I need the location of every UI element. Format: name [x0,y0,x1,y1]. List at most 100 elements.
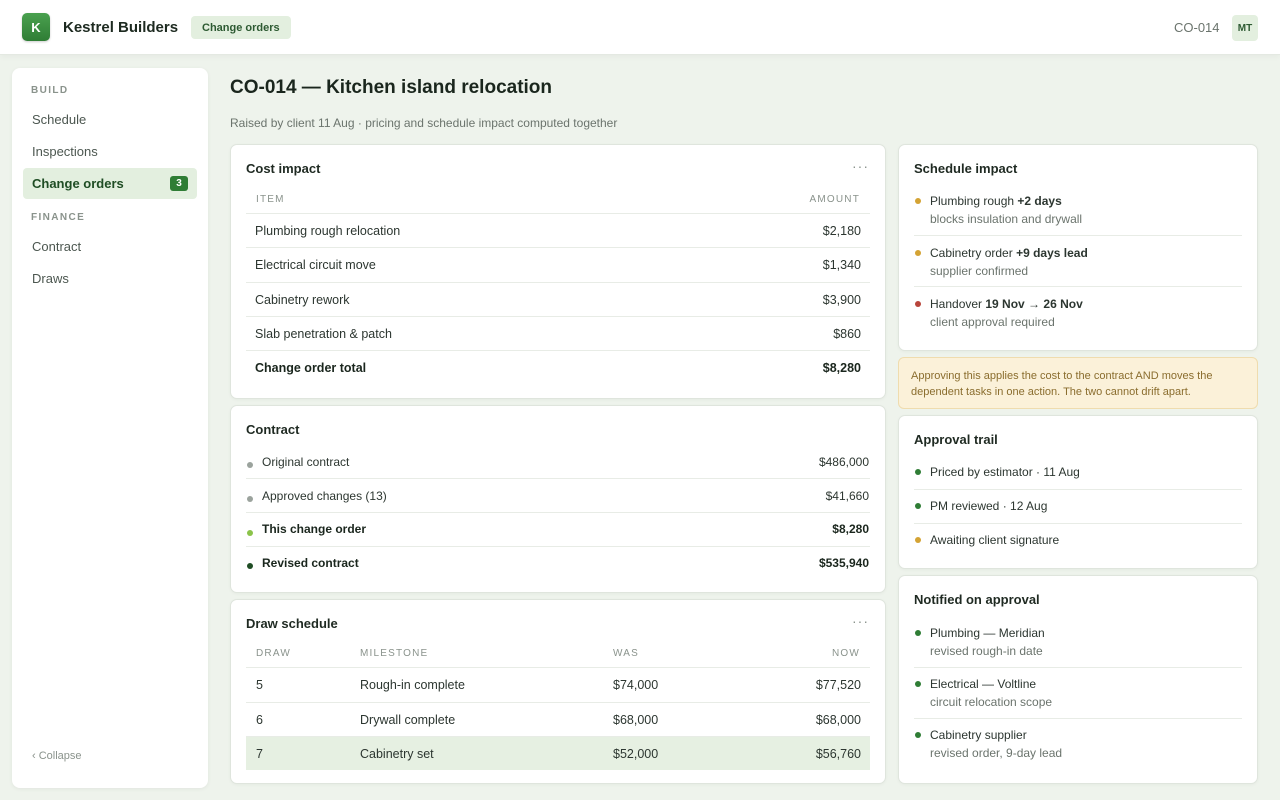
top-bar: K Kestrel Builders Change orders CO-014 … [0,0,1280,55]
notify-dot [915,732,921,738]
approval-step: Priced by estimator · 11 Aug [930,465,1080,479]
card-title: Contract [246,422,300,437]
divider [246,546,870,547]
divider [914,667,1242,668]
notified-party: Electrical — Voltline [930,677,1037,691]
was-amount: $68,000 [613,713,659,727]
approval-step: PM reviewed · 12 Aug [930,499,1048,513]
sidebar-item-draws[interactable]: Draws [23,263,197,294]
schedule-item-label: Handover [930,297,983,311]
complete-dot [915,469,921,475]
column-header-was: WAS [613,648,640,659]
column-header-draw: DRAW [256,648,291,659]
notified-card: Notified on approval Plumbing — Meridian… [898,575,1258,784]
schedule-item-title: Handover 19 Nov → 26 Nov [930,297,1083,311]
approval-step: Awaiting client signature [930,533,1060,547]
divider [914,523,1242,524]
contract-value: $535,940 [818,556,869,570]
brand-logo[interactable]: K [22,13,50,41]
notify-dot [915,681,921,687]
table-row: 5 Rough-in complete $74,000 $77,520 [246,667,870,701]
item-amount: $860 [833,327,861,341]
notified-party: Plumbing — Meridian [930,626,1045,640]
contract-card: Contract Original contract $486,000 Appr… [230,405,886,593]
now-amount: $68,000 [815,713,861,727]
complete-dot [915,503,921,509]
schedule-item-title: Plumbing rough +2 days [930,194,1062,208]
warning-dot [915,250,921,256]
contract-label: This change order [262,522,367,536]
item-amount: $2,180 [822,224,861,238]
table-row: Cabinetry rework $3,900 [246,282,870,316]
divider [914,235,1242,236]
approval-trail-card: Approval trail Priced by estimator · 11 … [898,415,1258,569]
contract-value: $8,280 [832,522,869,536]
user-avatar[interactable]: MT [1232,15,1258,41]
item-name: Cabinetry rework [255,293,350,307]
sidebar-item-label: Contract [32,239,82,254]
milestone: Drywall complete [360,713,456,727]
notify-dot [915,630,921,636]
card-title: Notified on approval [914,592,1040,607]
total-label: Change order total [255,361,367,375]
approval-note: Approving this applies the cost to the c… [898,357,1258,409]
divider [914,489,1242,490]
schedule-impact-card: Schedule impact Plumbing rough +2 days b… [898,144,1258,351]
schedule-item-delta: 19 Nov → 26 Nov [985,297,1083,311]
status-dot [247,530,253,536]
contract-value: $41,660 [825,489,869,503]
notified-party: Cabinetry supplier [930,728,1027,742]
column-header-item: ITEM [256,194,285,205]
more-options-icon[interactable]: ··· [852,613,869,629]
sidebar-item-inspections[interactable]: Inspections [23,136,197,167]
divider [914,286,1242,287]
page-subtitle: Raised by client 11 Aug · pricing and sc… [230,116,618,130]
milestone: Cabinetry set [360,747,434,761]
more-options-icon[interactable]: ··· [852,158,869,174]
was-amount: $52,000 [613,747,659,761]
schedule-item-title: Cabinetry order +9 days lead [930,246,1088,260]
column-header-amount: AMOUNT [809,194,860,205]
sidebar-item-contract[interactable]: Contract [23,231,197,262]
contract-value: $486,000 [818,455,869,469]
sidebar-item-schedule[interactable]: Schedule [23,104,197,135]
draw-schedule-card: Draw schedule ··· DRAW MILESTONE WAS NOW… [230,599,886,784]
change-order-id: CO-014 [1174,20,1220,35]
draw-number: 7 [256,747,263,761]
danger-dot [915,301,921,307]
status-dot [247,496,253,502]
divider [246,478,870,479]
status-dot [247,462,253,468]
count-badge: 3 [170,176,188,191]
pending-dot [915,537,921,543]
card-title: Schedule impact [914,161,1018,176]
sidebar-item-label: Draws [32,271,69,286]
brand-name[interactable]: Kestrel Builders [63,19,178,36]
milestone: Rough-in complete [360,678,465,692]
total-row: Change order total $8,280 [246,350,870,384]
page-title: CO-014 — Kitchen island relocation [230,77,553,98]
total-amount: $8,280 [822,361,861,375]
sidebar-item-change-orders[interactable]: Change orders 3 [23,168,197,199]
column-header-milestone: MILESTONE [360,648,429,659]
card-title: Draw schedule [246,616,338,631]
divider [914,718,1242,719]
item-amount: $3,900 [822,293,861,307]
sidebar-item-label: Schedule [32,112,87,127]
item-amount: $1,340 [822,258,861,272]
schedule-item-detail: supplier confirmed [930,264,1029,278]
schedule-item-label: Plumbing rough [930,194,1015,208]
schedule-item-delta: +2 days [1017,194,1062,208]
collapse-sidebar-button[interactable]: ‹ Collapse [32,750,82,762]
contract-label: Revised contract [262,556,359,570]
notified-detail: revised order, 9-day lead [930,746,1063,760]
section-chip[interactable]: Change orders [191,16,291,39]
column-header-now: NOW [831,648,860,659]
sidebar-item-label: Inspections [32,144,98,159]
was-amount: $74,000 [613,678,659,692]
table-row: 6 Drywall complete $68,000 $68,000 [246,702,870,736]
warning-dot [915,198,921,204]
now-amount: $77,520 [815,678,861,692]
item-name: Electrical circuit move [255,258,376,272]
table-row: Plumbing rough relocation $2,180 [246,213,870,247]
